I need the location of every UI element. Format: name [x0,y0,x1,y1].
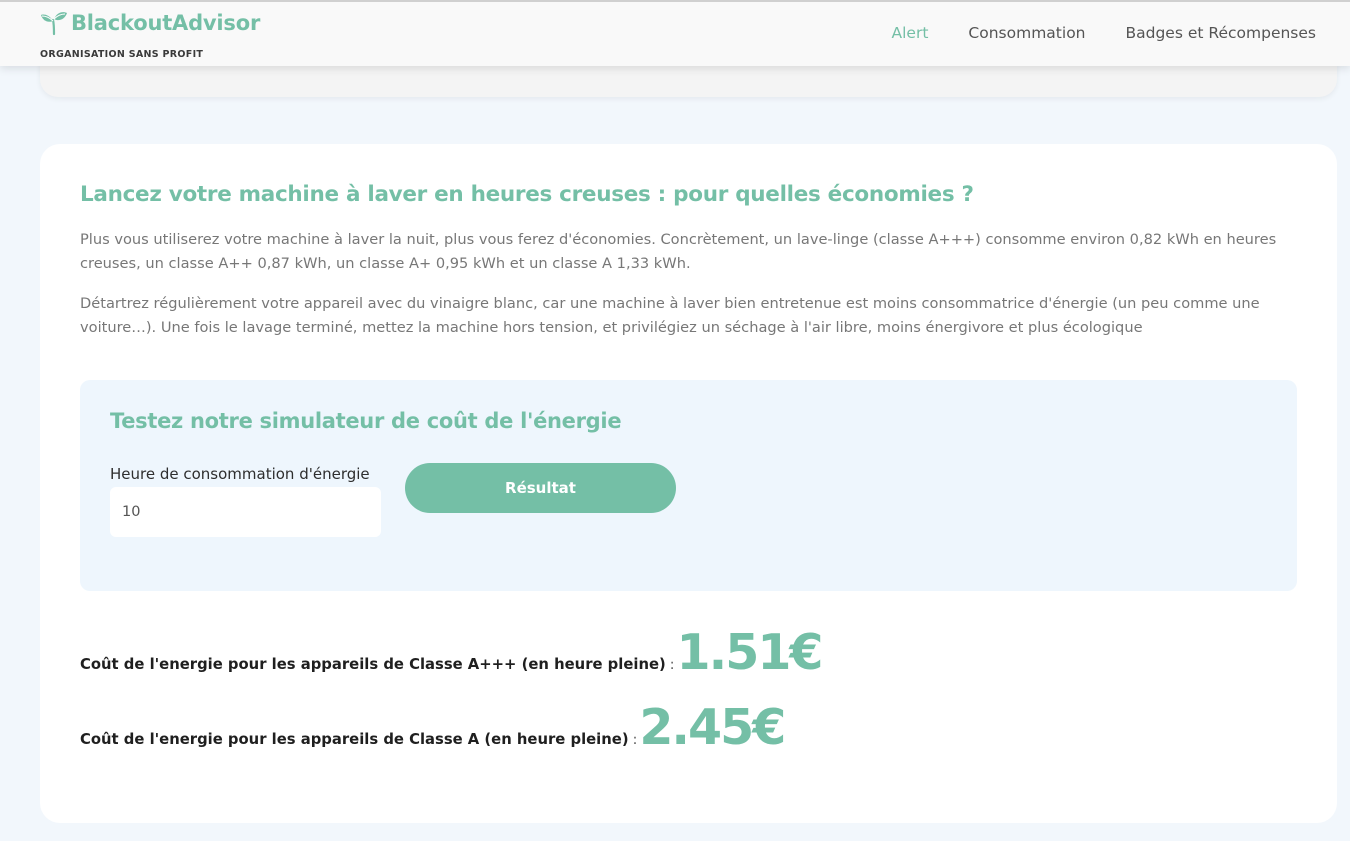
nav-badges[interactable]: Badges et Récompenses [1126,24,1317,42]
nav-alert[interactable]: Alert [892,24,929,42]
result-button[interactable]: Résultat [405,463,676,513]
result-value: 2.45€ [639,699,786,756]
result-value: 1.51€ [676,624,824,681]
result-class-a: Coût de l'energie pour les appareils de … [80,699,786,756]
article-card: Lancez votre machine à laver en heures c… [40,144,1337,823]
simulator-title: Testez notre simulateur de coût de l'éne… [110,409,622,433]
result-label: Coût de l'energie pour les appareils de … [80,656,666,673]
brand-subtitle: ORGANISATION SANS PROFIT [40,49,204,60]
result-label: Coût de l'energie pour les appareils de … [80,731,629,748]
brand-logo[interactable]: BlackoutAdvisor [40,10,260,36]
article-paragraph-2: Détartrez régulièrement votre appareil a… [80,295,1260,336]
result-separator: : [669,657,675,673]
nav-consommation[interactable]: Consommation [968,24,1085,42]
brand-name: BlackoutAdvisor [71,11,261,35]
energy-simulator: Testez notre simulateur de coût de l'éne… [80,380,1297,591]
nav-menu: Alert Consommation Badges et Récompenses [892,24,1316,42]
article-title: Lancez votre machine à laver en heures c… [80,182,974,207]
result-class-a3plus: Coût de l'energie pour les appareils de … [80,624,824,681]
article-paragraph-1: Plus vous utiliserez votre machine à lav… [80,231,1277,272]
consumption-hour-label: Heure de consommation d'énergie [110,465,370,483]
result-separator: : [632,732,638,748]
consumption-hour-input[interactable] [110,487,381,537]
navbar: BlackoutAdvisor ORGANISATION SANS PROFIT… [0,0,1350,66]
sprout-icon [40,10,68,36]
